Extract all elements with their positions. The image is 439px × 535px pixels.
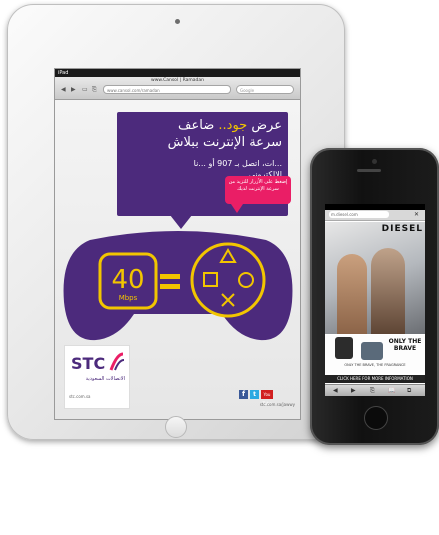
back-button[interactable]: ◀: [61, 85, 66, 95]
game-controller-icon[interactable]: [60, 222, 296, 344]
instruction-bubble: إضغط على الأزرار للتزيد من سرعة الإنترنت…: [225, 176, 291, 204]
browser-page-title: www.Cansol | Ramadan: [151, 78, 204, 83]
tablet-screen: iPad www.Cansol | Ramadan ◀ ▶ ▭ ⎘ www.ca…: [54, 68, 301, 420]
speed-unit: Mbps: [118, 294, 138, 302]
phone-speaker: [357, 169, 381, 172]
ad-headline: عرض جود.. ضاعف سرعة الإنترنت ببلاش: [117, 117, 282, 151]
speed-value: 40: [111, 265, 145, 295]
phone-forward-button[interactable]: ▶: [351, 386, 356, 396]
browser-toolbar: www.Cansol | Ramadan ◀ ▶ ▭ ⎘ www.cansol.…: [55, 77, 300, 100]
tablet-status-bar: iPad: [55, 69, 300, 77]
diesel-logo: DIESEL: [381, 224, 423, 234]
phone-browser-toolbar: ◀ ▶ ⎘ 📖 ⧉: [325, 384, 425, 396]
equals-bar-bottom: [160, 284, 180, 289]
more-info-button[interactable]: CLICK HERE FOR MORE INFORMATION: [325, 375, 425, 383]
stc-logo-box[interactable]: STC الاتصالات السعودية stc.com.sa: [64, 345, 130, 409]
phone-back-button[interactable]: ◀: [333, 386, 338, 396]
phone-home-button[interactable]: [364, 406, 388, 430]
fragrance-bottle-2: [361, 342, 383, 360]
equals-bar-top: [160, 274, 180, 279]
fragrance-bottle-1: [335, 337, 353, 359]
headline-word-3: ضاعف: [178, 118, 215, 133]
twitter-icon[interactable]: t: [250, 390, 259, 399]
search-field[interactable]: Google: [236, 85, 294, 94]
tablet-device: iPad www.Cansol | Ramadan ◀ ▶ ▭ ⎘ www.ca…: [7, 4, 345, 440]
phone-screen: m.diesel.com ✕ DIESEL ONLY THE BRAVE ONL…: [325, 204, 425, 396]
facebook-icon[interactable]: f: [239, 390, 248, 399]
tablet-camera: [175, 19, 180, 24]
model-figure-2: [371, 248, 405, 334]
instruction-bubble-tail: [231, 204, 243, 213]
stc-advertisement[interactable]: عرض جود.. ضاعف سرعة الإنترنت ببلاش ...ات…: [55, 100, 300, 419]
bookmarks-icon[interactable]: ▭: [82, 85, 88, 95]
phone-tabs-icon[interactable]: ⧉: [407, 386, 411, 396]
smartphone-device: m.diesel.com ✕ DIESEL ONLY THE BRAVE ONL…: [310, 148, 439, 445]
headline-word-1: عرض: [251, 118, 282, 133]
close-icon[interactable]: ✕: [414, 211, 419, 219]
share-icon[interactable]: ⎘: [92, 85, 97, 95]
headline-accent: جود..: [218, 118, 248, 133]
only-the-brave-tagline: ONLY THE BRAVE: [388, 338, 422, 352]
phone-share-icon[interactable]: ⎘: [370, 386, 375, 396]
stc-logo: STC: [71, 354, 106, 373]
product-caption: ONLY THE BRAVE, THE FRAGRANCE: [344, 363, 406, 367]
model-figure-1: [337, 254, 367, 334]
status-carrier: iPad: [58, 70, 69, 76]
stc-tagline: الاتصالات السعودية: [85, 376, 125, 382]
stc-swoosh-icon: [109, 352, 125, 371]
phone-camera: [372, 159, 377, 164]
headline-line-2: سرعة الإنترنت ببلاش: [167, 135, 282, 150]
ad-url-text[interactable]: stc.com.sa/jawwy: [233, 402, 295, 407]
phone-url-field[interactable]: m.diesel.com: [329, 211, 389, 218]
phone-bookmarks-icon[interactable]: 📖: [388, 386, 395, 396]
phone-address-bar: m.diesel.com ✕: [325, 210, 425, 221]
address-bar[interactable]: www.cansol.com/ramadan: [103, 85, 231, 94]
forward-button[interactable]: ▶: [71, 85, 76, 95]
tablet-home-button[interactable]: [165, 416, 187, 438]
youtube-icon[interactable]: You Tube: [261, 390, 273, 406]
stc-site: stc.com.sa: [69, 394, 91, 399]
